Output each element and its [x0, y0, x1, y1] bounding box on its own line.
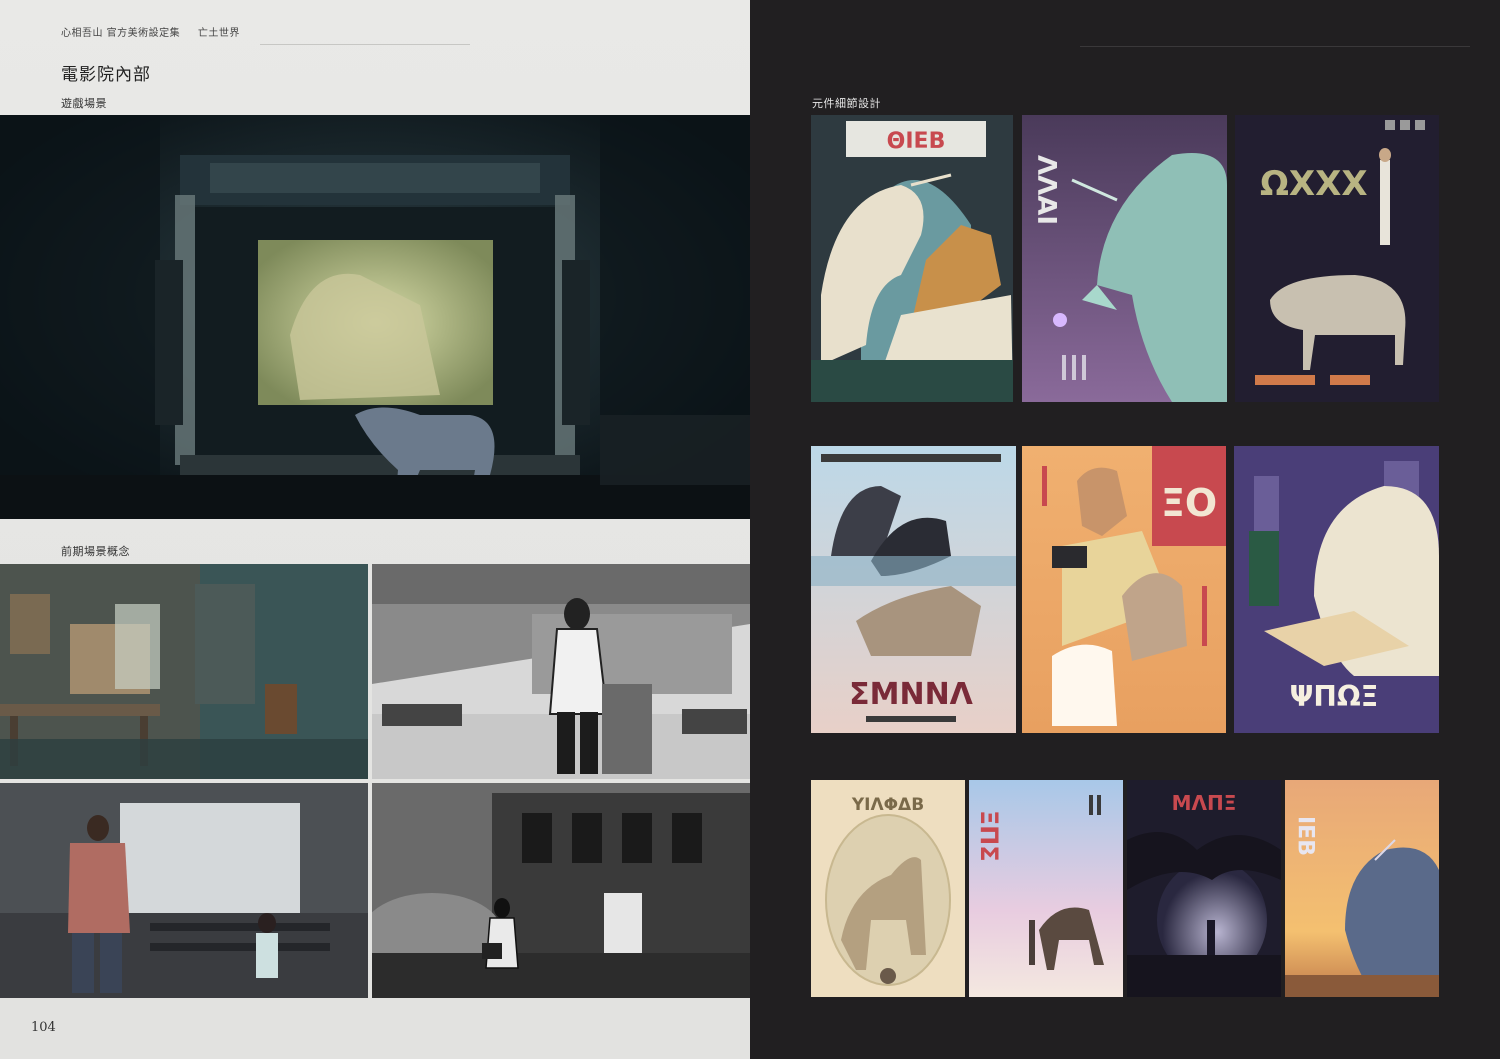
poster-unicorn-purple: ΛΛΑΙ: [1022, 115, 1227, 402]
poster-unicorn-sunset: ΙΕΒ: [1285, 780, 1439, 997]
poster-title-glyphs: ΘΙΕΒ: [887, 129, 946, 154]
poster-man-horse-sky: ΞΠΣ: [969, 780, 1123, 997]
poster-title-glyphs: ΞΠΣ: [975, 810, 1003, 862]
poster-unicorn-book: ΨΠΩΞ: [1234, 446, 1439, 733]
poster-title-glyphs: ΙΕΒ: [1293, 816, 1318, 856]
poster-forest-silhouette: ΜΛΠΞ: [1127, 780, 1281, 997]
poster-title-glyphs: ΥΙΛΦΔΒ: [851, 795, 924, 815]
cinema-interior-illustration: [0, 115, 750, 519]
poster-title-glyphs: ΨΠΩΞ: [1290, 680, 1379, 713]
poster-title-glyphs: ΣΜΝΝΛ: [849, 677, 974, 712]
poster-title-glyphs: ΛΛΑΙ: [1031, 155, 1061, 225]
page-title: 電影院內部: [61, 65, 151, 85]
poster-unicorn-forest: ΘΙΕΒ: [811, 115, 1013, 402]
concept-storage-room-illustration: [0, 564, 368, 779]
concept-theater-sketch: [372, 564, 750, 779]
page-number: 104: [31, 1020, 56, 1035]
section-label-element-design: 元件細節設計: [812, 97, 881, 110]
header-rule: [260, 44, 470, 45]
chapter-name: 亡土世界: [197, 28, 240, 39]
poster-horse-dark: ΩΧΧΧ: [1235, 115, 1439, 402]
concept-night-building-sketch: [372, 783, 750, 998]
running-head: 心相吾山 官方美術設定集 亡土世界: [61, 24, 240, 39]
poster-title-glyphs: ΜΛΠΞ: [1172, 791, 1237, 815]
book-title: 心相吾山 官方美術設定集: [61, 28, 181, 39]
poster-title-glyphs: ΞΟ: [1161, 481, 1217, 525]
header-rule-right: [1080, 46, 1470, 47]
concept-screen-illustration: [0, 783, 368, 998]
section-label-game-scene: 遊戲場景: [61, 97, 107, 110]
poster-horse-cream: ΥΙΛΦΔΒ: [811, 780, 965, 997]
section-label-concept: 前期場景概念: [61, 545, 130, 558]
poster-title-glyphs: ΩΧΧΧ: [1260, 164, 1368, 204]
poster-horses-seaside: ΣΜΝΝΛ: [811, 446, 1016, 733]
poster-photographer-orange: ΞΟ: [1022, 446, 1226, 733]
left-page: 心相吾山 官方美術設定集 亡土世界 電影院內部 遊戲場景 前期場景概念 104: [0, 0, 750, 1059]
right-page: 元件細節設計 ΘΙΕΒ ΛΛΑΙ ΩΧΧΧ ΣΜΝΝΛ ΞΟ ΨΠΩΞ ΥΙΛΦ…: [750, 0, 1500, 1059]
